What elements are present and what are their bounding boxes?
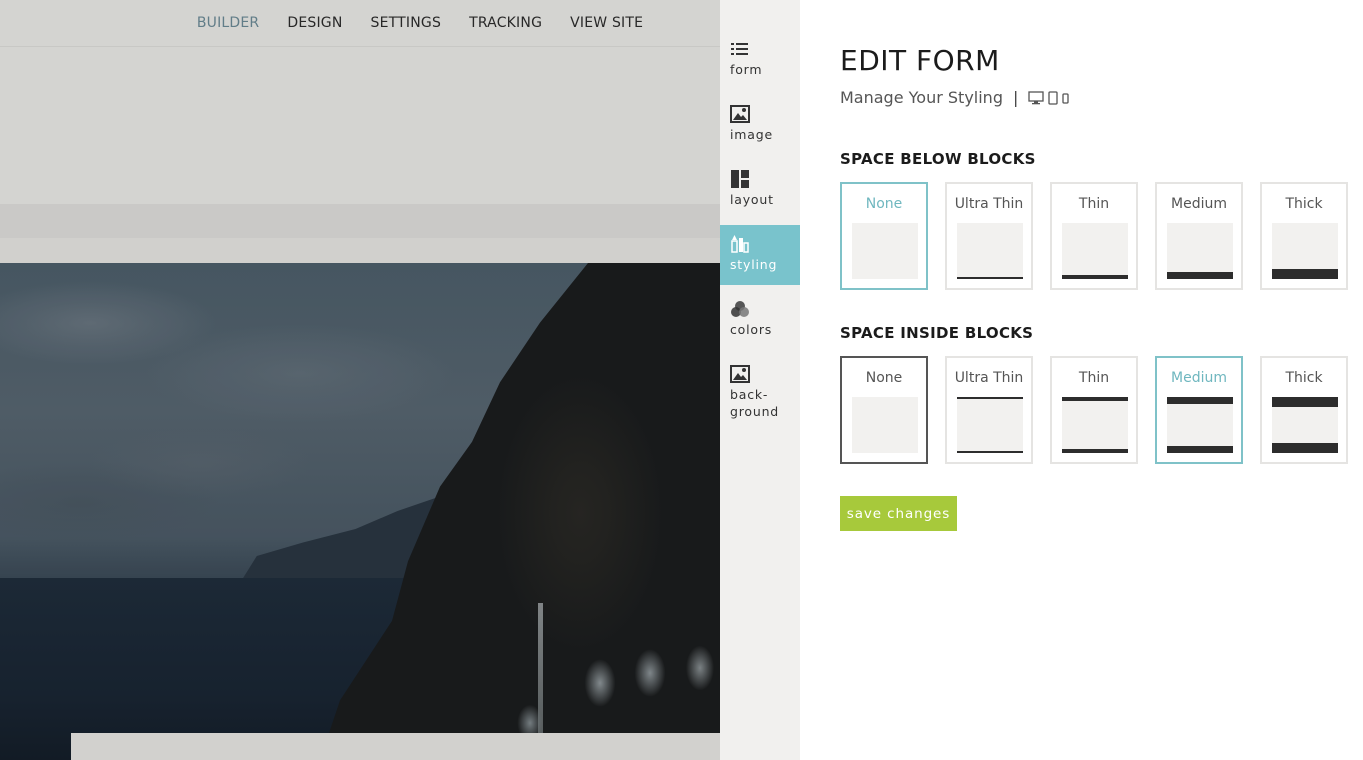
rail-item-label: form — [730, 62, 763, 77]
option-label: Ultra Thin — [954, 370, 1024, 386]
space-inside-thick[interactable]: Thick — [1260, 356, 1348, 464]
space-below-none[interactable]: None — [840, 182, 928, 290]
background-image-icon — [730, 365, 750, 383]
option-preview — [1167, 223, 1233, 279]
rail-item-label: image — [730, 127, 773, 142]
styling-icon — [731, 235, 749, 253]
option-label: None — [865, 370, 903, 386]
panel-title: EDIT FORM — [840, 44, 1000, 77]
space-below-heading: SPACE BELOW BLOCKS — [840, 150, 1036, 168]
desktop-icon[interactable] — [1028, 90, 1045, 105]
site-preview: BUILDER DESIGN SETTINGS TRACKING VIEW SI… — [0, 0, 720, 760]
space-below-thick[interactable]: Thick — [1260, 182, 1348, 290]
space-below-medium[interactable]: Medium — [1155, 182, 1243, 290]
rail-item-background[interactable]: back- ground — [720, 355, 800, 427]
space-below-ultra-thin[interactable]: Ultra Thin — [945, 182, 1033, 290]
space-inside-medium[interactable]: Medium — [1155, 356, 1243, 464]
space-below-options: None Ultra Thin Thin Medium Thick — [840, 182, 1348, 290]
option-preview — [852, 223, 918, 279]
layout-icon — [731, 170, 749, 188]
rail-item-label: colors — [730, 322, 773, 337]
rail-item-layout[interactable]: layout — [720, 160, 800, 220]
rail-item-label: styling — [730, 257, 778, 272]
option-preview — [1272, 397, 1338, 453]
save-changes-button[interactable]: save changes — [840, 496, 957, 531]
panel-subtitle-row: Manage Your Styling | — [840, 88, 1070, 107]
option-preview — [1272, 223, 1338, 279]
space-inside-thin[interactable]: Thin — [1050, 356, 1138, 464]
panel-subtitle: Manage Your Styling — [840, 88, 1003, 107]
edit-form-panel: EDIT FORM Manage Your Styling | SPACE BE… — [800, 0, 1363, 760]
separator: | — [1012, 88, 1019, 107]
rail-item-label: layout — [730, 192, 774, 207]
device-toggle — [1028, 90, 1070, 105]
option-label: Thin — [1078, 196, 1110, 212]
image-icon — [730, 105, 750, 123]
option-label: Thick — [1285, 196, 1323, 212]
option-label: Thick — [1285, 370, 1323, 386]
option-label: Medium — [1171, 370, 1227, 386]
rail-item-form[interactable]: form — [720, 30, 800, 90]
editor-rail: form image layout styling colors back- g… — [720, 0, 800, 760]
option-preview — [957, 397, 1023, 453]
list-icon — [731, 43, 748, 55]
space-inside-heading: SPACE INSIDE BLOCKS — [840, 324, 1034, 342]
space-inside-options: None Ultra Thin Thin Medium Thick — [840, 356, 1348, 464]
tablet-icon[interactable] — [1048, 90, 1059, 105]
option-preview — [957, 223, 1023, 279]
option-preview — [1062, 397, 1128, 453]
rail-item-styling[interactable]: styling — [720, 225, 800, 285]
rail-item-image[interactable]: image — [720, 95, 800, 155]
space-inside-none[interactable]: None — [840, 356, 928, 464]
colors-icon — [731, 301, 749, 317]
option-preview — [852, 397, 918, 453]
option-label: None — [865, 196, 903, 212]
option-label: Medium — [1171, 196, 1227, 212]
space-below-thin[interactable]: Thin — [1050, 182, 1138, 290]
rail-item-colors[interactable]: colors — [720, 290, 800, 350]
space-inside-ultra-thin[interactable]: Ultra Thin — [945, 356, 1033, 464]
mobile-icon[interactable] — [1062, 92, 1070, 104]
option-label: Thin — [1078, 370, 1110, 386]
option-label: Ultra Thin — [954, 196, 1024, 212]
option-preview — [1062, 223, 1128, 279]
option-preview — [1167, 397, 1233, 453]
rail-item-label: back- ground — [730, 387, 780, 419]
